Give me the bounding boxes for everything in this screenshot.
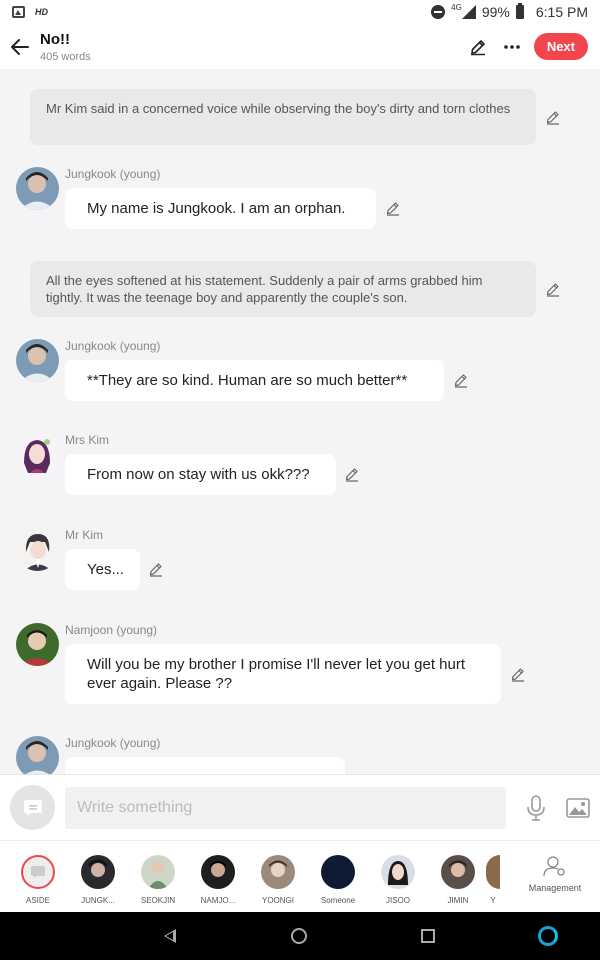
edit-message-icon[interactable]: [385, 200, 401, 216]
character-seokjin[interactable]: SEOKJIN: [128, 855, 188, 905]
more-horizontal-icon: [504, 44, 520, 49]
character-namjoon[interactable]: NAMJO...: [188, 855, 248, 905]
character-label: SEOKJIN: [140, 896, 176, 905]
speaker-name: Mr Kim: [65, 528, 103, 542]
avatar: [321, 855, 355, 889]
character-label: Y: [490, 896, 496, 905]
dialogue-message: Mrs Kim From now on stay with us okk???: [16, 433, 586, 497]
avatar-mr-kim[interactable]: [16, 528, 59, 571]
microphone-icon: [527, 794, 545, 821]
avatar-jungkook[interactable]: [16, 339, 59, 382]
do-not-disturb-icon: [431, 5, 446, 19]
avatar: [261, 855, 295, 889]
more-options-button[interactable]: [500, 35, 524, 59]
dialogue-message: Jungkook (young): [16, 736, 586, 774]
character-label: ASIDE: [25, 896, 50, 905]
edit-message-icon[interactable]: [148, 561, 164, 577]
dialogue-message: Mr Kim Yes...: [16, 528, 586, 592]
chat-bubble-icon: [23, 799, 42, 816]
avatar: [441, 855, 475, 889]
back-button[interactable]: [0, 25, 40, 69]
character-label: JIMIN: [447, 896, 469, 905]
assistant-icon[interactable]: [538, 926, 558, 946]
dialogue-message: Jungkook (young) **They are so kind. Hum…: [16, 339, 586, 403]
dialogue-message: Jungkook (young) My name is Jungkook. I …: [16, 167, 586, 231]
speaker-name: Jungkook (young): [65, 167, 161, 181]
avatar-jungkook[interactable]: [16, 167, 59, 210]
edit-message-icon[interactable]: [545, 281, 561, 297]
character-label: JUNGK...: [81, 896, 115, 905]
aside-chip-icon: [21, 855, 55, 889]
user-settings-icon: [543, 856, 565, 877]
aside-message[interactable]: Mr Kim said in a concerned voice while o…: [30, 89, 536, 145]
voice-input-button[interactable]: [526, 794, 546, 821]
character-jungkook[interactable]: JUNGK...: [68, 855, 128, 905]
avatar-namjoon[interactable]: [16, 623, 59, 666]
signal-icon: [461, 5, 476, 19]
pencil-icon: [470, 39, 485, 55]
character-someone[interactable]: Someone: [308, 855, 368, 905]
edit-message-icon[interactable]: [453, 372, 469, 388]
chat-area[interactable]: Mr Kim said in a concerned voice while o…: [0, 69, 600, 774]
character-jisoo[interactable]: JISOO: [368, 855, 428, 905]
nav-back-icon[interactable]: [164, 929, 176, 943]
message-bubble[interactable]: From now on stay with us okk???: [65, 454, 336, 495]
edit-story-button[interactable]: [466, 35, 490, 59]
character-label: NAMJO...: [200, 896, 236, 905]
battery-percent: 99%: [481, 4, 510, 20]
dialogue-message: Namjoon (young) Will you be my brother I…: [16, 623, 586, 705]
word-count: 405 words: [40, 50, 91, 63]
hd-indicator: HD: [35, 7, 48, 17]
clock: 6:15 PM: [535, 4, 588, 20]
aside-message[interactable]: All the eyes softened at his statement. …: [30, 261, 536, 317]
avatar-jungkook[interactable]: [16, 736, 59, 774]
character-label: YOONGI: [261, 896, 294, 905]
image-icon: [566, 797, 590, 818]
management-label: Management: [528, 883, 582, 893]
character-strip[interactable]: ASIDE JUNGK... SEOKJIN NAMJO... YOONGI S…: [0, 840, 600, 912]
header: No!! 405 words Next: [0, 24, 600, 69]
insert-image-button[interactable]: [566, 797, 590, 818]
status-bar: HD 4G 99% 6:15 PM: [0, 0, 600, 24]
next-button[interactable]: Next: [533, 33, 588, 60]
speaker-name: Jungkook (young): [65, 339, 161, 353]
avatar: [486, 855, 500, 889]
speaker-name: Jungkook (young): [65, 736, 161, 750]
edit-message-icon[interactable]: [344, 466, 360, 482]
gallery-notification-icon: [12, 6, 25, 18]
character-label: Someone: [320, 896, 356, 905]
message-input[interactable]: Write something: [65, 786, 506, 829]
character-label: JISOO: [385, 896, 410, 905]
arrow-left-icon: [11, 38, 29, 55]
input-bar: Write something: [0, 774, 600, 840]
story-title[interactable]: No!!: [40, 31, 91, 48]
message-bubble[interactable]: Will you be my brother I promise I'll ne…: [65, 644, 501, 704]
character-partial[interactable]: Y: [478, 855, 508, 905]
avatar: [381, 855, 415, 889]
message-bubble[interactable]: **They are so kind. Human are so much be…: [65, 360, 444, 401]
avatar: [201, 855, 235, 889]
battery-icon: [515, 3, 524, 19]
network-type: 4G: [451, 2, 462, 12]
nav-home-icon[interactable]: [291, 928, 307, 944]
avatar-mrs-kim[interactable]: [16, 433, 59, 476]
character-yoongi[interactable]: YOONGI: [248, 855, 308, 905]
character-aside[interactable]: ASIDE: [8, 855, 68, 905]
avatar: [141, 855, 175, 889]
message-bubble[interactable]: [65, 757, 345, 774]
speaker-name: Mrs Kim: [65, 433, 109, 447]
edit-message-icon[interactable]: [510, 666, 526, 682]
message-bubble[interactable]: Yes...: [65, 549, 140, 590]
system-nav-bar: [0, 912, 600, 960]
nav-recents-icon[interactable]: [421, 929, 435, 943]
message-type-button[interactable]: [10, 785, 55, 830]
edit-message-icon[interactable]: [545, 109, 561, 125]
speaker-name: Namjoon (young): [65, 623, 158, 637]
avatar: [81, 855, 115, 889]
management-button[interactable]: Management: [522, 855, 588, 893]
message-bubble[interactable]: My name is Jungkook. I am an orphan.: [65, 188, 376, 229]
